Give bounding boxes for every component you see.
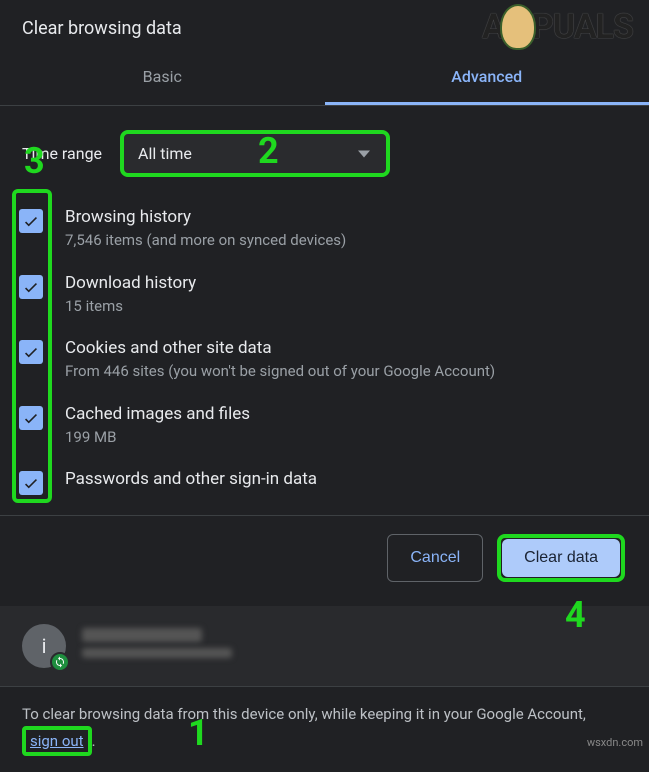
option-subtitle: From 446 sites (you won't be signed out … — [65, 362, 495, 382]
option-cookies[interactable]: Cookies and other site data From 446 sit… — [22, 330, 627, 396]
annotation-checkbox-highlight — [12, 189, 52, 503]
tab-basic[interactable]: Basic — [0, 51, 325, 105]
brand-logo: A PUALS — [482, 4, 633, 50]
annotation-clear-highlight: Clear data — [497, 534, 625, 582]
option-download-history[interactable]: Download history 15 items — [22, 265, 627, 331]
time-range-select[interactable]: All time — [120, 130, 390, 177]
option-passwords[interactable]: Passwords and other sign-in data — [22, 461, 627, 509]
option-subtitle: 199 MB — [65, 428, 250, 448]
option-title: Cookies and other site data — [65, 338, 495, 358]
time-range-value: All time — [138, 144, 192, 163]
option-subtitle: 7,546 items (and more on synced devices) — [65, 231, 346, 251]
annotation-signout-highlight: sign out — [22, 726, 92, 757]
cancel-button[interactable]: Cancel — [387, 534, 483, 582]
sign-out-link[interactable]: sign out — [30, 732, 84, 750]
option-title: Browsing history — [65, 207, 346, 227]
option-cached[interactable]: Cached images and files 199 MB — [22, 396, 627, 462]
annotation-2: 2 — [258, 130, 279, 172]
annotation-1: 1 — [188, 712, 209, 754]
watermark: wsxdn.com — [587, 736, 643, 749]
annotation-3: 3 — [24, 140, 45, 182]
clear-data-button[interactable]: Clear data — [502, 539, 620, 577]
option-subtitle: 15 items — [65, 297, 196, 317]
annotation-4: 4 — [565, 594, 586, 636]
option-title: Cached images and files — [65, 404, 250, 424]
footer-text: To clear browsing data from this device … — [0, 687, 649, 772]
tabs: Basic Advanced — [0, 51, 649, 106]
account-name-redacted — [82, 628, 242, 664]
time-range-row: Time range All time — [0, 106, 649, 193]
chevron-down-icon — [358, 150, 370, 157]
avatar: i — [22, 624, 66, 668]
option-title: Download history — [65, 273, 196, 293]
option-title: Passwords and other sign-in data — [65, 469, 317, 489]
tab-advanced[interactable]: Advanced — [325, 51, 649, 105]
options-list: Browsing history 7,546 items (and more o… — [0, 193, 649, 509]
dialog-actions: Cancel Clear data — [0, 515, 649, 606]
account-row: i — [0, 606, 649, 687]
sync-badge-icon — [50, 652, 70, 672]
option-browsing-history[interactable]: Browsing history 7,546 items (and more o… — [22, 199, 627, 265]
